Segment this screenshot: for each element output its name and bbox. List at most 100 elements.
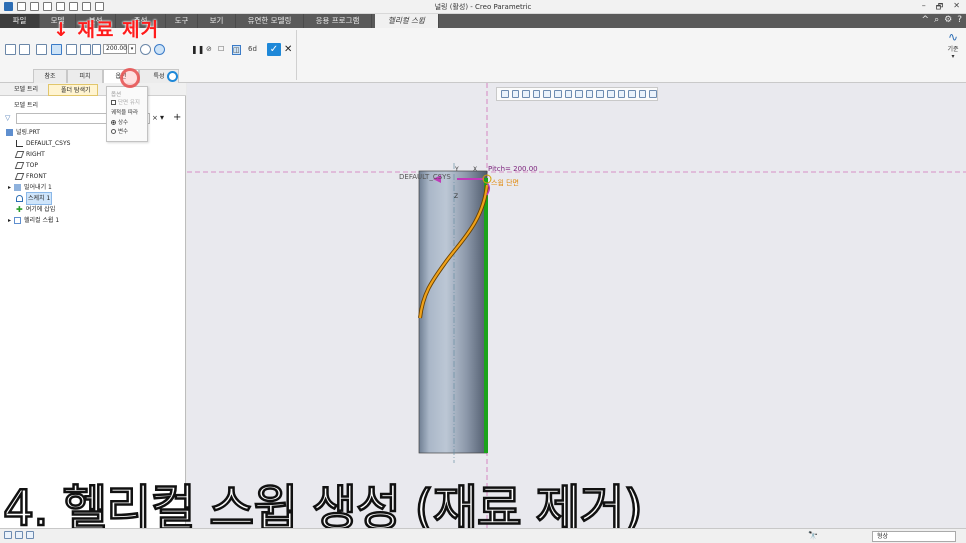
filter-clear-icon[interactable]: × — [152, 114, 158, 122]
view-manager-icon[interactable] — [564, 90, 573, 98]
settings-icon[interactable]: ⚙ — [944, 15, 952, 25]
tab-pitch[interactable]: 피치 — [67, 69, 103, 83]
no-preview-icon[interactable]: ⊘ — [206, 45, 212, 53]
pitch-dropdown[interactable]: ▾ — [128, 44, 136, 54]
constant-radio[interactable]: 상수 — [111, 118, 128, 126]
part-icon — [6, 129, 13, 136]
flip-direction-icon[interactable] — [80, 44, 91, 55]
preview-icon[interactable]: ☐ — [218, 45, 224, 53]
help-icons: ^ ⌕ ⚙ ? — [922, 15, 962, 25]
sketch-section-icon[interactable] — [66, 44, 77, 55]
datum-display-icon[interactable] — [585, 90, 594, 98]
expand-icon[interactable]: ▸ — [8, 182, 11, 193]
repaint-icon[interactable] — [532, 90, 541, 98]
options-panel: 옵션 단면 유지 궤적을 따라 상수 변수 — [106, 86, 148, 142]
navigator-tabs: 모델 트리 폴더 탐색기 — [0, 83, 186, 96]
tree-item-helical-sweep[interactable]: ▸ 헬리컬 스윕 1 — [8, 215, 59, 226]
ok-button[interactable]: ✓ — [267, 43, 281, 56]
model-tree-header: 모델 트리 — [14, 102, 38, 109]
surface-icon[interactable] — [5, 44, 16, 55]
collapse-ribbon-icon[interactable]: ^ — [922, 15, 930, 25]
refit-icon[interactable] — [501, 90, 509, 98]
solid-icon[interactable] — [19, 44, 30, 55]
tab-view[interactable]: 보기 — [198, 14, 236, 28]
datum-button[interactable]: ∿ 기준 ▾ — [942, 30, 964, 60]
helical-sweep-icon — [14, 217, 22, 224]
datum-plane-icon — [14, 173, 25, 180]
axis-y-label: Y — [454, 166, 459, 173]
help-icon[interactable]: ? — [957, 15, 962, 25]
tab-model-tree[interactable]: 모델 트리 — [2, 84, 46, 96]
tab-flexible-modeling[interactable]: 유연한 모델링 — [236, 14, 304, 28]
tree-item-front[interactable]: FRONT — [14, 171, 47, 182]
browser-toggle-icon[interactable] — [15, 531, 23, 539]
navigator-toggle-icon[interactable] — [4, 531, 12, 539]
remove-material-icon[interactable] — [51, 44, 62, 55]
sweep-section-label: 스윕 단면 — [491, 178, 519, 187]
variable-radio[interactable]: 변수 — [111, 127, 128, 135]
datum-plane-icon — [14, 151, 25, 158]
tree-item-sketch[interactable]: 스케치 1 — [16, 192, 53, 205]
verify-icon[interactable]: 6d — [248, 45, 257, 53]
filter-icon[interactable]: ▽ — [5, 114, 10, 122]
fullscreen-icon[interactable] — [26, 531, 34, 539]
perspective-icon[interactable] — [575, 90, 583, 98]
tab-references[interactable]: 참조 — [33, 69, 67, 83]
zoom-out-icon[interactable] — [522, 90, 530, 98]
model-viewport[interactable]: DEFAULT_CSYS Pitch= 200.00 스윕 단면 Y X Z — [187, 83, 966, 528]
expand-icon[interactable]: ▸ — [8, 215, 11, 226]
add-column-icon[interactable]: + — [173, 112, 181, 123]
tree-item-csys[interactable]: DEFAULT_CSYS — [16, 138, 70, 149]
tree-item-top[interactable]: TOP — [14, 160, 38, 171]
datum-icon: ∿ — [947, 30, 959, 44]
tab-helical-sweep[interactable]: 헬리컬 스윕 — [375, 14, 439, 28]
datum-dropdown-icon: ▾ — [951, 53, 955, 60]
help-info-icon[interactable] — [167, 71, 178, 82]
tab-file[interactable]: 파일 — [0, 14, 40, 28]
pitch-input[interactable]: 200.00 — [103, 44, 127, 54]
tree-item-insert-here[interactable]: ✚ 여기에 삽입 — [16, 204, 55, 215]
dynamic-preview-icon[interactable]: ◫ — [232, 45, 241, 55]
filter-dropdown-icon[interactable]: ▾ — [160, 113, 164, 122]
radio-off-icon — [111, 129, 116, 134]
cylinder-body[interactable] — [418, 170, 488, 454]
left-hand-icon[interactable] — [140, 44, 151, 55]
thicken-icon[interactable] — [36, 44, 47, 55]
find-icon[interactable]: 🔭 — [808, 531, 818, 540]
tab-tools[interactable]: 도구 — [166, 14, 198, 28]
cancel-button[interactable]: ✕ — [284, 43, 292, 56]
minimize-button[interactable]: – — [922, 1, 926, 15]
csys-icon — [16, 140, 23, 147]
merge-ends-option[interactable]: 단면 유지 — [111, 98, 140, 106]
annotation-display-icon[interactable] — [596, 90, 604, 98]
options-panel-title: 옵션 — [111, 92, 122, 98]
point-display-icon[interactable] — [638, 90, 647, 98]
dashboard-subtabs: 참조 피치 옵션 특성 — [0, 69, 186, 83]
tab-applications[interactable]: 응용 프로그램 — [304, 14, 372, 28]
tab-folder-browser[interactable]: 폴더 탐색기 — [48, 84, 98, 96]
window-controls: – 🗗 ✕ — [922, 1, 960, 15]
click-indicator — [120, 68, 140, 88]
plane-display-icon[interactable] — [628, 90, 636, 98]
saved-orientations-icon[interactable] — [553, 90, 562, 98]
view-toolbar — [496, 87, 658, 101]
restore-button[interactable]: 🗗 — [936, 1, 944, 15]
pause-animation-icon[interactable] — [649, 90, 657, 98]
selection-filter-select[interactable]: 형상 — [872, 531, 956, 542]
pause-icon[interactable]: ❚❚ — [191, 45, 204, 54]
search-icon[interactable]: ⌕ — [934, 15, 939, 25]
zoom-in-icon[interactable] — [511, 90, 520, 98]
spin-center-icon[interactable] — [606, 90, 615, 98]
title-bar: 널링 (활성) - Creo Parametric – 🗗 ✕ — [0, 0, 966, 14]
sketch-icon — [16, 195, 23, 202]
tree-item-part[interactable]: 널링.PRT — [6, 127, 40, 138]
display-style-icon[interactable] — [543, 90, 551, 98]
pitch-dimension[interactable]: Pitch= 200.00 — [488, 165, 538, 173]
axis-z-label: Z — [454, 193, 458, 200]
right-hand-icon[interactable] — [154, 44, 165, 55]
close-button[interactable]: ✕ — [953, 1, 960, 15]
pitch-icon — [92, 44, 101, 55]
datum-plane-icon — [14, 162, 25, 169]
tree-item-right[interactable]: RIGHT — [14, 149, 45, 160]
csys-display-icon[interactable] — [617, 90, 626, 98]
